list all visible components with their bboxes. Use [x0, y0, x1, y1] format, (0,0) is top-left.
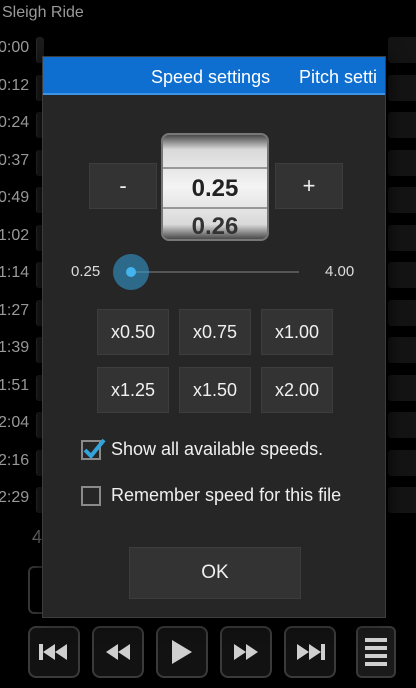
row-handle: [388, 74, 416, 101]
row-handle: [388, 412, 416, 438]
fast-forward-button[interactable]: [220, 626, 272, 678]
time-label: 1:14: [0, 264, 30, 281]
show-all-speeds-label: Show all available speeds.: [111, 439, 324, 459]
wheel-current-value: 0.25: [191, 175, 239, 202]
remember-speed-checkbox[interactable]: [81, 485, 101, 506]
speed-settings-dialog: Speed settings Pitch setti - 0.25 0.26 +…: [42, 56, 386, 618]
menu-line: [365, 646, 387, 650]
play-icon: [172, 640, 192, 664]
wheel-next-value: 0.26: [191, 213, 239, 240]
time-label: 1:39: [0, 339, 30, 356]
slider-min-label: 0.25: [71, 263, 101, 280]
remember-speed-option[interactable]: Remember speed for this file: [81, 485, 341, 506]
preset-x0-50-button[interactable]: x0.50: [97, 309, 169, 355]
time-label: 1:51: [0, 376, 30, 394]
menu-line: [365, 662, 387, 666]
time-label: 0:12: [0, 76, 30, 94]
time-label: 1:27: [0, 301, 30, 319]
tab-bar: Speed settings Pitch setti: [43, 57, 385, 95]
menu-line: [365, 654, 387, 658]
partial-label: 4: [32, 527, 43, 547]
time-label: 0:00: [0, 39, 30, 56]
row-handle: [388, 112, 416, 138]
row-handle: [388, 374, 416, 401]
time-label: 2:04: [0, 414, 30, 431]
row-handle: [388, 337, 416, 363]
time-label: 0:24: [0, 114, 30, 131]
time-label: 1:02: [0, 226, 30, 244]
playback-controls: [28, 626, 336, 678]
fast-forward-icon: [234, 644, 258, 660]
preset-x0-75-button[interactable]: x0.75: [179, 309, 251, 355]
rewind-icon: [106, 644, 130, 660]
row-handle: [388, 149, 416, 176]
play-button[interactable]: [156, 626, 208, 678]
menu-button[interactable]: [356, 626, 396, 678]
row-handle: [388, 449, 416, 476]
slider-max-label: 4.00: [325, 263, 355, 280]
skip-back-icon: [39, 644, 67, 660]
time-label: 0:37: [0, 151, 30, 169]
speed-slider-track[interactable]: [131, 271, 299, 273]
wheel-divider: [163, 167, 267, 169]
decrease-speed-button[interactable]: -: [89, 163, 157, 209]
show-all-speeds-option[interactable]: Show all available speeds.: [81, 438, 324, 460]
skip-forward-icon: [297, 644, 325, 660]
preset-x1-00-button[interactable]: x1.00: [261, 309, 333, 355]
speed-wheel[interactable]: 0.25 0.26: [161, 133, 269, 241]
preset-x2-00-button[interactable]: x2.00: [261, 367, 333, 413]
remember-speed-label: Remember speed for this file: [111, 485, 342, 505]
preset-x1-50-button[interactable]: x1.50: [179, 367, 251, 413]
row-handle: [388, 262, 416, 288]
row-handle: [388, 487, 416, 513]
checkmark-icon: [83, 438, 106, 459]
row-handle: [388, 37, 416, 63]
time-label: 2:16: [0, 451, 30, 469]
time-label: 2:29: [0, 489, 30, 506]
speed-slider-thumb[interactable]: [113, 254, 149, 290]
increase-speed-button[interactable]: +: [275, 163, 343, 209]
time-label: 0:49: [0, 189, 30, 206]
wheel-divider: [163, 207, 267, 209]
row-handle: [388, 224, 416, 251]
show-all-speeds-checkbox[interactable]: [81, 438, 106, 460]
skip-back-button[interactable]: [28, 626, 80, 678]
rewind-button[interactable]: [92, 626, 144, 678]
row-handle: [388, 187, 416, 213]
tab-pitch-settings[interactable]: Pitch setti: [299, 67, 377, 88]
tab-speed-settings[interactable]: Speed settings: [151, 67, 270, 88]
skip-forward-button[interactable]: [284, 626, 336, 678]
menu-line: [365, 638, 387, 642]
row-handle: [388, 299, 416, 326]
ok-button[interactable]: OK: [129, 547, 301, 599]
song-title: Sleigh Ride: [2, 4, 84, 21]
preset-x1-25-button[interactable]: x1.25: [97, 367, 169, 413]
